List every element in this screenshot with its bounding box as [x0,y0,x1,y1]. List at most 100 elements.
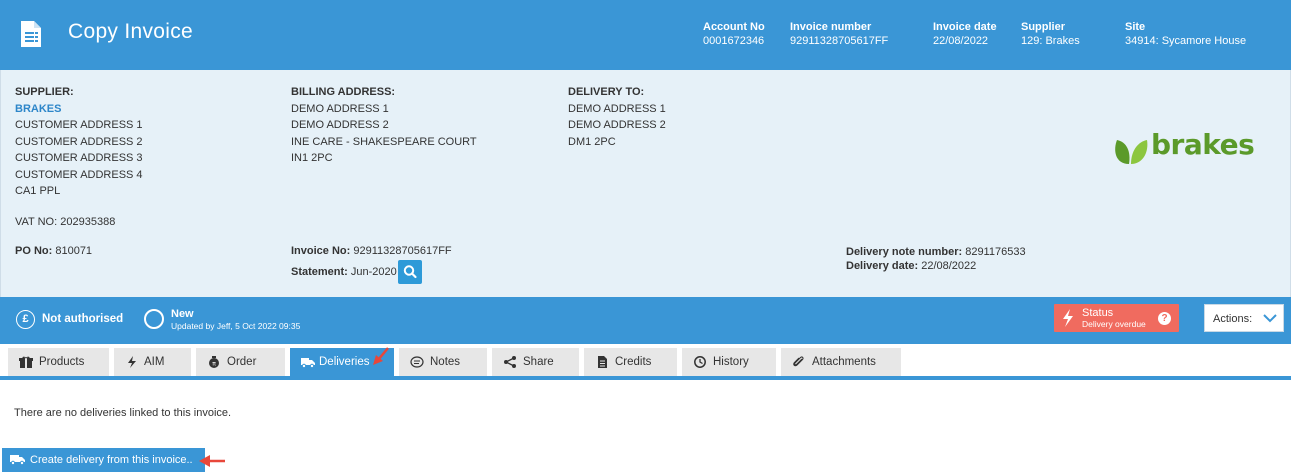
billing-address-line: IN1 2PC [291,152,333,164]
tab-history[interactable]: History [682,348,776,376]
tab-label: Notes [430,356,461,368]
account-no: Account No 0001672346 [703,21,765,47]
billing-address: BILLING ADDRESS: DEMO ADDRESS 1 DEMO ADD… [291,84,477,167]
gift-icon [19,356,33,368]
supplier-address-line: CA1 PPL [15,185,61,197]
tab-label: Share [523,356,554,368]
page-header: Copy Invoice Account No 0001672346 Invoi… [0,0,1291,70]
statement: Statement: Jun-2020 [291,266,397,278]
chevron-down-icon [1263,314,1277,323]
delivery-address: DELIVERY TO: DEMO ADDRESS 1 DEMO ADDRESS… [568,84,666,150]
statement-search-button[interactable] [398,260,422,284]
tab-label: Products [39,356,85,368]
vat-value: 202935388 [60,216,116,228]
invoice-number-label: Invoice number [790,21,872,33]
page-title: Copy Invoice [68,20,193,43]
actions-label: Actions: [1213,313,1253,325]
truck-icon [10,455,25,465]
invoice-no: Invoice No: 92911328705617FF [291,245,452,257]
paperclip-icon [793,356,804,367]
chat-icon [410,356,424,368]
delivery-note: Delivery note number: 8291176533 Deliver… [846,245,1026,273]
supplier-address-line: CUSTOMER ADDRESS 2 [15,135,143,148]
status-subtitle: Delivery overdue [1082,319,1146,329]
tab-label: History [713,356,749,368]
pound-icon: £ [16,310,35,329]
bolt-icon [128,356,136,368]
status-title: Status [1082,307,1114,319]
create-delivery-button[interactable]: Create delivery from this invoice.. [2,448,205,472]
invoice-no-label: Invoice No: [291,245,351,257]
tab-order[interactable]: π Order [196,348,285,376]
billing-heading: BILLING ADDRESS: [291,86,396,98]
invoice-date-value: 22/08/2022 [933,35,989,47]
site-meta: Site 34914: Sycamore House [1125,21,1246,47]
annotation-arrow-icon [373,347,389,365]
status-button[interactable]: Status Delivery overdue ? [1054,304,1179,332]
empty-deliveries-message: There are no deliveries linked to this i… [14,407,232,419]
help-icon[interactable]: ? [1158,312,1171,325]
billing-address-line: DEMO ADDRESS 2 [291,119,389,131]
delivery-heading: DELIVERY TO: [568,86,645,98]
statement-value: Jun-2020 [350,266,397,278]
vat-number: VAT NO: 202935388 [15,216,115,228]
workflow-state: New [171,308,194,320]
tab-products[interactable]: Products [8,348,109,376]
status-bar: £ Not authorised New Updated by Jeff, 5 … [0,297,1291,344]
delivery-address-line: DEMO ADDRESS 1 [568,102,666,115]
tab-label: Credits [615,356,652,368]
account-no-label: Account No [703,21,765,33]
document-icon [21,21,41,47]
supplier-address-line: CUSTOMER ADDRESS 4 [15,168,143,181]
delivery-note-number: Delivery note number: 8291176533 [846,245,1026,259]
tab-credits[interactable]: Credits [584,348,677,376]
delivery-address-line: DEMO ADDRESS 2 [568,119,666,131]
tab-label: Order [227,356,257,368]
tab-aim[interactable]: AIM [114,348,191,376]
supplier-address-line: CUSTOMER ADDRESS 1 [15,119,143,131]
site-meta-value: 34914: Sycamore House [1125,35,1247,47]
invoice-date-label: Invoice date [933,21,997,33]
leaf-logo-icon [1115,140,1148,164]
supplier-meta-label: Supplier [1021,21,1066,33]
brakes-logo: brakes [1109,128,1269,168]
delivery-address-line: DM1 2PC [568,135,616,148]
invoice-number-value: 92911328705617FF [790,35,889,47]
logo-word: brakes [1151,128,1255,161]
order-icon: π [209,356,219,368]
supplier-name-link[interactable]: BRAKES [15,101,143,118]
tab-notes[interactable]: Notes [399,348,487,376]
search-icon [403,265,417,279]
svg-text:π: π [212,361,216,368]
vat-label: VAT NO: [15,216,58,228]
invoice-details-panel: SUPPLIER: BRAKES CUSTOMER ADDRESS 1 CUST… [0,70,1291,297]
delivery-date-label: Delivery date: [846,260,919,272]
delivery-note-value: 8291176533 [965,246,1026,258]
actions-dropdown[interactable]: Actions: [1204,304,1284,332]
po-value: 810071 [55,245,93,257]
tab-attachments[interactable]: Attachments [781,348,901,376]
circle-status-icon [144,309,164,329]
delivery-date-value: 22/08/2022 [921,260,977,272]
po-label: PO No: [15,245,53,257]
site-meta-label: Site [1125,21,1146,33]
tab-share[interactable]: Share [492,348,579,376]
supplier-address: SUPPLIER: BRAKES CUSTOMER ADDRESS 1 CUST… [15,84,143,200]
tab-label: Deliveries [319,356,370,368]
supplier-address-line: CUSTOMER ADDRESS 3 [15,152,143,164]
bolt-icon [1063,309,1073,327]
invoice-date: Invoice date 22/08/2022 [933,21,997,47]
delivery-date: Delivery date: 22/08/2022 [846,259,1026,273]
supplier-meta: Supplier 129: Brakes [1021,21,1080,47]
truck-icon [301,358,315,368]
supplier-heading: SUPPLIER: [15,86,74,98]
document-icon [598,356,607,368]
annotation-arrow-icon [199,455,225,467]
tab-label: Attachments [812,356,876,368]
billing-address-line: DEMO ADDRESS 1 [291,102,389,115]
invoice-no-value: 92911328705617FF [353,245,452,257]
statement-label: Statement: [291,266,348,278]
tab-underline [0,376,1291,380]
updated-info: Updated by Jeff, 5 Oct 2022 09:35 [171,321,301,331]
supplier-meta-value: 129: Brakes [1021,35,1080,47]
